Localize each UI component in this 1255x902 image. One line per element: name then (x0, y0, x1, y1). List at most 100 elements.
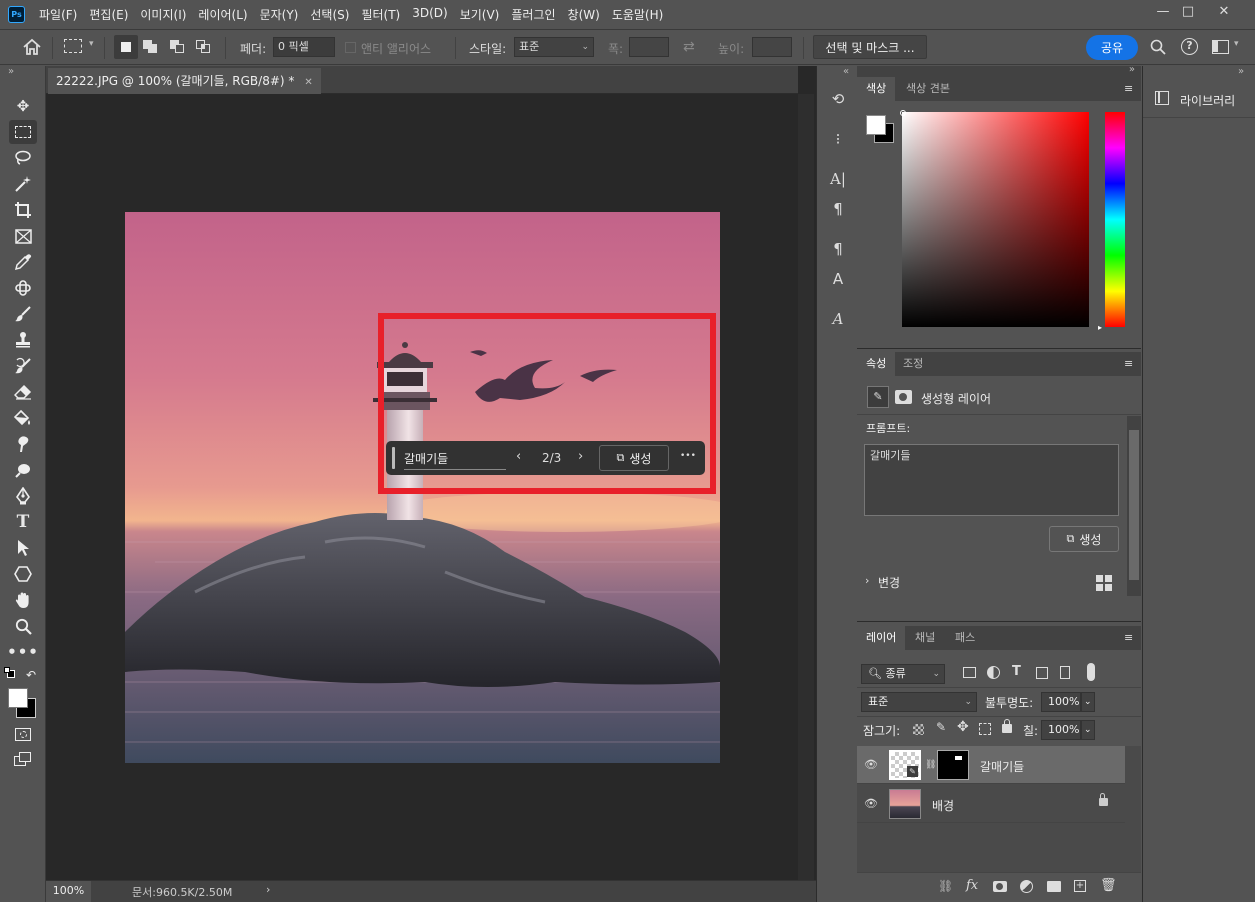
share-button[interactable]: 공유 (1086, 35, 1138, 60)
opacity-dropdown[interactable]: ⌄ (1081, 692, 1095, 712)
more-options-icon[interactable]: ••• (680, 451, 696, 461)
eyedropper-tool-icon[interactable] (9, 250, 37, 274)
menu-item[interactable]: 필터(T) (355, 6, 406, 23)
new-layer-icon[interactable]: + (1074, 880, 1086, 892)
chevron-down-icon[interactable]: ▾ (1234, 39, 1239, 49)
menu-item[interactable]: 문자(Y) (254, 6, 305, 23)
workspace-icon[interactable] (1212, 40, 1229, 54)
swap-icon[interactable]: ⇄ (683, 39, 695, 55)
filter-pixel-icon[interactable] (963, 667, 976, 678)
vertical-scrollbar[interactable] (798, 94, 814, 882)
status-menu-icon[interactable]: › (266, 883, 270, 896)
history-panel-icon[interactable]: ⟲ (827, 88, 849, 110)
spot-healing-tool-icon[interactable] (9, 276, 37, 300)
tab-paths[interactable]: 패스 (946, 626, 984, 650)
shape-tool-icon[interactable] (9, 562, 37, 586)
brush-settings-icon[interactable]: ⁝ (827, 128, 849, 150)
close-button[interactable]: ✕ (1207, 0, 1241, 22)
lasso-tool-icon[interactable] (9, 146, 37, 170)
layer-mask-thumbnail[interactable] (937, 750, 969, 780)
layer-name[interactable]: 배경 (932, 797, 954, 814)
type-tool-icon[interactable]: T (9, 510, 37, 534)
quick-mask-icon[interactable] (9, 722, 37, 746)
paragraph-panel-icon[interactable]: ¶ (827, 198, 849, 220)
adjustment-layer-icon[interactable] (1020, 880, 1033, 893)
add-mask-icon[interactable] (993, 881, 1007, 892)
smudge-tool-icon[interactable] (9, 432, 37, 456)
zoom-tool-icon[interactable] (9, 614, 37, 638)
tab-adjustments[interactable]: 조정 (894, 352, 932, 376)
color-picker-handle[interactable] (900, 110, 906, 116)
glyphs-panel-icon[interactable]: A (827, 308, 849, 330)
menu-item[interactable]: 파일(F) (33, 6, 83, 23)
select-and-mask-button[interactable]: 선택 및 마스크 ... (813, 35, 927, 59)
height-input[interactable] (752, 37, 792, 57)
panel-menu-icon[interactable]: ≡ (1124, 357, 1135, 370)
layer-style-icon[interactable]: fx (966, 878, 978, 893)
layer-row[interactable]: 👁︎ 배경 (857, 785, 1125, 823)
path-selection-tool-icon[interactable] (9, 536, 37, 560)
antialias-checkbox[interactable] (345, 42, 356, 53)
menu-item[interactable]: 플러그인 (505, 6, 561, 23)
eraser-tool-icon[interactable] (9, 380, 37, 404)
marquee-tool-icon[interactable] (64, 39, 82, 53)
document-tab[interactable]: 22222.JPG @ 100% (갈매기들, RGB/8#) * ✕ (48, 68, 321, 94)
layer-filter-select[interactable]: 🔍︎ 종류 ⌄ (861, 664, 945, 684)
link-icon[interactable]: ⛓︎ (925, 760, 936, 770)
lock-transparent-icon[interactable] (913, 724, 924, 735)
menu-item[interactable]: 레이어(L) (192, 6, 253, 23)
stamp-tool-icon[interactable] (9, 328, 37, 352)
libraries-tab[interactable]: 라이브러리 (1143, 80, 1255, 118)
filter-adjustment-icon[interactable] (987, 666, 1000, 679)
width-input[interactable] (629, 37, 669, 57)
lock-artboard-icon[interactable] (979, 723, 991, 735)
tab-channels[interactable]: 채널 (906, 626, 944, 650)
character-panel-icon[interactable]: A| (827, 168, 849, 190)
drag-handle[interactable] (392, 447, 395, 469)
feather-input[interactable]: 0 픽셀 (273, 37, 335, 57)
tab-properties[interactable]: 속성 (857, 352, 896, 376)
foreground-color-swatch[interactable] (866, 115, 886, 135)
close-icon[interactable]: ✕ (304, 77, 312, 88)
lock-position-icon[interactable]: ✥ (957, 719, 969, 735)
tab-swatches[interactable]: 색상 견본 (897, 77, 959, 101)
prompt-input[interactable]: 갈매기들 (404, 450, 506, 470)
home-icon[interactable] (22, 38, 42, 56)
zoom-level[interactable]: 100% (46, 881, 91, 902)
move-tool-icon[interactable]: ✥ (9, 94, 37, 118)
blend-mode-select[interactable]: 표준 ⌄ (861, 692, 977, 712)
grid-view-icon[interactable] (1096, 575, 1112, 591)
collapse-icon[interactable]: « (843, 66, 849, 77)
hue-slider[interactable] (1105, 112, 1125, 327)
add-selection-icon[interactable] (143, 40, 159, 54)
crop-tool-icon[interactable] (9, 198, 37, 222)
next-variation-icon[interactable]: › (578, 449, 583, 464)
chevron-down-icon[interactable]: ▾ (89, 39, 94, 49)
filter-smart-object-icon[interactable] (1060, 666, 1070, 679)
intersect-selection-icon[interactable] (196, 40, 212, 54)
filter-shape-icon[interactable] (1036, 667, 1048, 679)
menu-item[interactable]: 보기(V) (454, 6, 506, 23)
variations-label[interactable]: 변경 (878, 574, 900, 591)
menu-item[interactable]: 선택(S) (304, 6, 355, 23)
hand-tool-icon[interactable] (9, 588, 37, 612)
layer-row[interactable]: 👁︎ ✎ ⛓︎ 갈매기들 (857, 746, 1125, 784)
color-field[interactable] (902, 112, 1089, 327)
chevron-right-icon[interactable]: › (865, 574, 869, 587)
screen-mode-icon[interactable] (9, 748, 37, 772)
menu-item[interactable]: 이미지(I) (134, 6, 192, 23)
foreground-color-swatch[interactable] (8, 688, 28, 708)
history-brush-tool-icon[interactable] (9, 354, 37, 378)
generate-button[interactable]: ⧉ 생성 (1049, 526, 1119, 552)
collapse-icon[interactable]: » (1238, 66, 1244, 77)
menu-item[interactable]: 3D(D) (406, 6, 453, 23)
tab-color[interactable]: 색상 (857, 77, 896, 101)
dodge-tool-icon[interactable] (9, 458, 37, 482)
trash-icon[interactable]: 🗑︎ (1100, 878, 1117, 893)
frame-tool-icon[interactable] (9, 224, 37, 248)
filter-toggle[interactable] (1087, 663, 1095, 681)
opacity-input[interactable]: 100% (1041, 692, 1081, 712)
prompt-textarea[interactable]: 갈매기들 (864, 444, 1119, 516)
magic-wand-tool-icon[interactable] (9, 172, 37, 196)
lock-all-icon[interactable] (1002, 719, 1012, 733)
